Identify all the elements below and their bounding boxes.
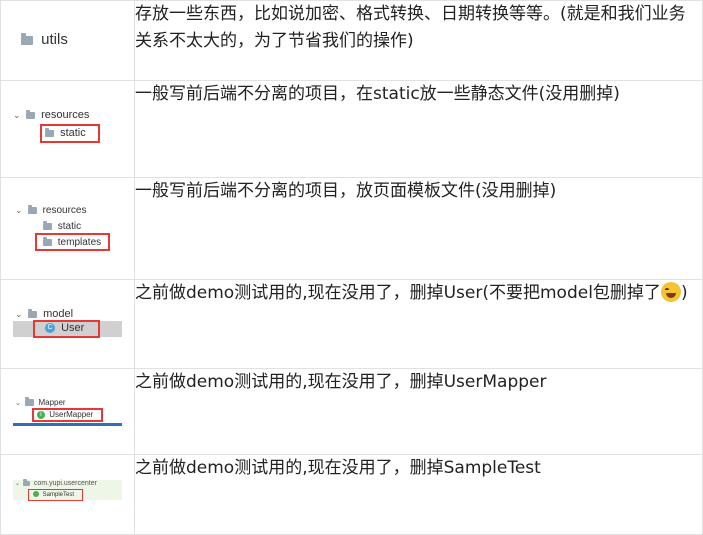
table-row: ⌄ resources static 一般写前后端不分离的项目，在static放… xyxy=(0,80,703,178)
folder-icon xyxy=(28,308,38,318)
thumbnail-cell: ⌄ resources static xyxy=(0,80,135,178)
description-text: 之前做demo测试用的,现在没用了，删掉SampleTest xyxy=(135,458,541,478)
tree-sibling-label: static xyxy=(57,221,82,232)
chevron-down-icon: ⌄ xyxy=(15,481,21,487)
description-text: 存放一些东西，比如说加密、格式转换、日期转换等等。(就是和我们业务关系不太大的，… xyxy=(135,4,686,51)
folder-icon xyxy=(25,397,35,407)
highlight-box xyxy=(33,320,100,338)
description-text: 一般写前后端不分离的项目，在static放一些静态文件(没用删掉) xyxy=(135,84,620,104)
tree-parent-item: ⌄ resources xyxy=(15,204,87,216)
description-cell: 存放一些东西，比如说加密、格式转换、日期转换等等。(就是和我们业务关系不太大的，… xyxy=(134,0,703,81)
highlight-box xyxy=(28,489,83,501)
chevron-down-icon: ⌄ xyxy=(13,110,21,120)
table-row: utils 存放一些东西，比如说加密、格式转换、日期转换等等。(就是和我们业务关… xyxy=(0,0,703,81)
description-cell: 一般写前后端不分离的项目，在static放一些静态文件(没用删掉) xyxy=(134,80,703,178)
description-text: 之前做demo测试用的,现在没用了，删掉User(不要把model包删掉了 xyxy=(135,283,661,303)
tree-parent-label: resources xyxy=(41,109,90,121)
thumbnail-cell: ⌄ resources static templates xyxy=(0,177,135,280)
folder-icon xyxy=(27,204,37,214)
highlight-box xyxy=(40,124,100,143)
folder-icon xyxy=(26,109,36,119)
description-cell: 之前做demo测试用的,现在没用了，删掉UserMapper xyxy=(134,368,703,455)
folder-icon xyxy=(43,220,52,230)
table-row: ⌄ resources static templates 一般写前后端不分离的项… xyxy=(0,177,703,280)
laughing-face-emoji-icon xyxy=(660,282,681,302)
chevron-down-icon: ⌄ xyxy=(15,400,21,407)
thumbnail-cell: ⌄ model C User xyxy=(0,279,135,369)
folder-label: utils xyxy=(41,31,68,48)
highlight-box xyxy=(32,408,103,422)
selection-bar xyxy=(13,423,122,426)
description-cell: 之前做demo测试用的,现在没用了，删掉SampleTest xyxy=(134,454,703,535)
chevron-down-icon: ⌄ xyxy=(15,309,23,319)
highlight-box xyxy=(35,233,110,251)
table-row: ⌄ com.yupi.usercenter SampleTest 之前做demo… xyxy=(0,454,703,535)
folder-icon xyxy=(21,32,33,45)
tree-parent-item: ⌄ com.yupi.usercenter xyxy=(15,478,97,487)
tree-parent-item: ⌄ Mapper xyxy=(15,397,66,407)
content-table: utils 存放一些东西，比如说加密、格式转换、日期转换等等。(就是和我们业务关… xyxy=(0,0,703,535)
chevron-down-icon: ⌄ xyxy=(15,205,23,215)
tree-parent-item: ⌄ model xyxy=(15,308,73,320)
thumbnail-cell: ⌄ Mapper I UserMapper xyxy=(0,368,135,455)
description-cell: 之前做demo测试用的,现在没用了，删掉User(不要把model包删掉了) xyxy=(134,279,703,369)
tree-parent-item: ⌄ resources xyxy=(13,109,89,121)
table-row: ⌄ Mapper I UserMapper 之前做demo测试用的,现在没用了，… xyxy=(0,368,703,455)
description-text: 一般写前后端不分离的项目，放页面模板文件(没用删掉) xyxy=(135,181,557,201)
tree-parent-label: model xyxy=(43,308,74,320)
thumbnail-cell: ⌄ com.yupi.usercenter SampleTest xyxy=(0,454,135,535)
tree-sibling-item: static xyxy=(43,220,82,232)
utils-folder-item: utils xyxy=(21,31,68,48)
tree-parent-label: resources xyxy=(42,205,87,216)
tree-parent-label: Mapper xyxy=(38,398,66,407)
tree-parent-label: com.yupi.usercenter xyxy=(33,480,97,487)
folder-icon xyxy=(22,478,30,486)
table-row: ⌄ model C User 之前做demo测试用的,现在没用了，删掉User(… xyxy=(0,279,703,369)
description-text: 之前做demo测试用的,现在没用了，删掉UserMapper xyxy=(135,372,547,392)
description-text-end: ) xyxy=(680,283,688,303)
description-cell: 一般写前后端不分离的项目，放页面模板文件(没用删掉) xyxy=(134,177,703,280)
thumbnail-cell: utils xyxy=(0,0,135,81)
